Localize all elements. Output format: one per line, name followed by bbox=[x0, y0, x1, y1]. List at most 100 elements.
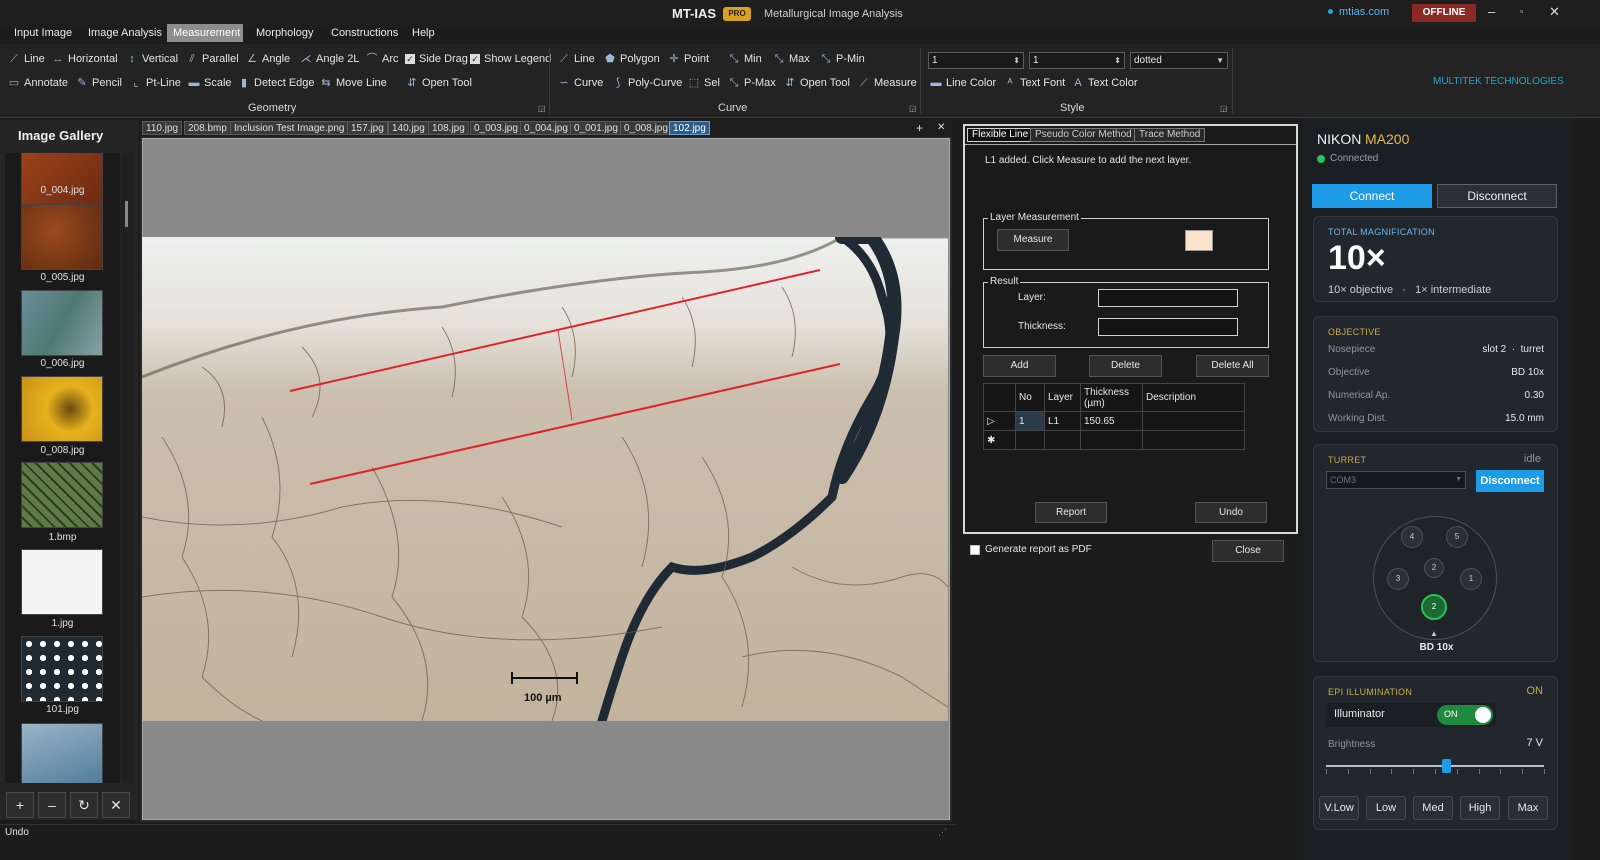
close-button[interactable]: Close bbox=[1212, 540, 1284, 562]
table-cell[interactable]: 150.65 bbox=[1080, 411, 1143, 431]
gallery-thumbnail[interactable] bbox=[21, 636, 103, 702]
side-drag-checkbox[interactable]: ✓ Side Drag bbox=[405, 50, 468, 68]
table-cell[interactable] bbox=[1015, 430, 1045, 450]
add-button[interactable]: Add bbox=[983, 355, 1056, 377]
gallery-item-label[interactable]: 0_006.jpg bbox=[5, 358, 120, 369]
table-new-row[interactable]: ✱ bbox=[983, 430, 1245, 450]
tool-pt-line[interactable]: ⌞ Pt-Line bbox=[130, 74, 180, 92]
tool-scale[interactable]: ▬ Scale bbox=[188, 74, 232, 92]
com-port-select[interactable]: COM3 ▼ bbox=[1326, 471, 1466, 489]
image-tab[interactable]: 0_001.jpg bbox=[570, 121, 622, 135]
line-width-combo[interactable]: 1 ⬍ bbox=[928, 52, 1024, 69]
preset-vlow-button[interactable]: V.Low bbox=[1319, 796, 1359, 820]
image-tab[interactable]: 0_008.jpg bbox=[620, 121, 672, 135]
tool-open-geometry[interactable]: ⇵ Open Tool bbox=[406, 74, 472, 92]
style-text-color[interactable]: A Text Color bbox=[1072, 74, 1137, 92]
add-image-button[interactable]: + bbox=[6, 792, 34, 818]
delete-button[interactable]: Delete bbox=[1089, 355, 1162, 377]
preset-max-button[interactable]: Max bbox=[1508, 796, 1548, 820]
curve-tool-point[interactable]: ✛ Point bbox=[668, 50, 709, 68]
expand-style-icon[interactable]: ◲ bbox=[1220, 104, 1228, 113]
preset-med-button[interactable]: Med bbox=[1413, 796, 1453, 820]
menu-measurement[interactable]: Measurement bbox=[167, 24, 243, 42]
gallery-item-label[interactable]: 0_004.jpg bbox=[5, 185, 120, 196]
curve-tool-open[interactable]: ⇵ Open Tool bbox=[784, 74, 850, 92]
menu-help[interactable]: Help bbox=[406, 24, 441, 42]
curve-tool-min[interactable]: ⤡ Min bbox=[728, 50, 762, 68]
line-style-select[interactable]: dotted ▼ bbox=[1130, 52, 1228, 69]
tool-angle-2l[interactable]: ⋌ Angle 2L bbox=[300, 50, 360, 68]
table-header[interactable]: Description bbox=[1142, 383, 1245, 412]
image-tab[interactable]: 157.jpg bbox=[347, 121, 388, 135]
curve-tool-curve[interactable]: ∽ Curve bbox=[558, 74, 603, 92]
preset-high-button[interactable]: High bbox=[1460, 796, 1500, 820]
tool-parallel[interactable]: ⫽ Parallel bbox=[186, 50, 239, 68]
illuminator-toggle[interactable]: ON bbox=[1437, 705, 1493, 725]
expand-curve-icon[interactable]: ◲ bbox=[909, 104, 917, 113]
menu-morphology[interactable]: Morphology bbox=[250, 24, 319, 42]
tab-trace-method[interactable]: Trace Method bbox=[1134, 128, 1206, 142]
gallery-thumbnail[interactable] bbox=[21, 204, 103, 270]
gallery-thumbnail[interactable] bbox=[21, 290, 103, 356]
maximize-icon[interactable]: ▫ bbox=[1520, 6, 1523, 16]
report-button[interactable]: Report bbox=[1035, 502, 1107, 523]
curve-tool-p-min[interactable]: ⤡ P-Min bbox=[820, 50, 865, 68]
tab-flexible-line[interactable]: Flexible Line bbox=[967, 128, 1034, 142]
table-cell[interactable] bbox=[1142, 411, 1245, 431]
show-legend-checkbox[interactable]: ✓ Show Legend bbox=[470, 50, 551, 68]
expand-geometry-icon[interactable]: ◲ bbox=[538, 104, 546, 113]
color-swatch[interactable] bbox=[1185, 230, 1213, 251]
image-tab[interactable]: 0_003.jpg bbox=[470, 121, 522, 135]
gallery-thumbnail[interactable] bbox=[21, 376, 103, 442]
curve-tool-measure[interactable]: ⟋ Measure bbox=[858, 74, 917, 92]
micrograph-image[interactable]: 100 µm bbox=[142, 237, 948, 721]
refresh-button[interactable]: ↻ bbox=[70, 792, 98, 818]
menu-input-image[interactable]: Input Image bbox=[8, 24, 78, 42]
turret-slot-2-selected[interactable]: 2 bbox=[1421, 594, 1447, 620]
website-link[interactable]: mtias.com bbox=[1339, 6, 1389, 18]
table-header[interactable]: Thickness (µm) bbox=[1080, 383, 1143, 412]
turret-slot-3[interactable]: 3 bbox=[1387, 568, 1409, 590]
menu-constructions[interactable]: Constructions bbox=[325, 24, 404, 42]
gallery-item-label[interactable]: 0_005.jpg bbox=[5, 272, 120, 283]
layer-field[interactable] bbox=[1098, 289, 1238, 307]
scrollbar-thumb[interactable] bbox=[125, 201, 128, 227]
gallery-item-label[interactable]: 101.jpg bbox=[5, 704, 120, 715]
tool-horizontal[interactable]: ↔ Horizontal bbox=[52, 50, 118, 68]
tab-pseudo-color[interactable]: Pseudo Color Method bbox=[1030, 128, 1137, 142]
curve-tool-sel[interactable]: ⬚ Sel bbox=[688, 74, 720, 92]
table-cell[interactable] bbox=[1080, 430, 1143, 450]
tool-move-line[interactable]: ⇆ Move Line bbox=[320, 74, 386, 92]
turret-disconnect-button[interactable]: Disconnect bbox=[1476, 470, 1544, 492]
table-header[interactable]: Layer bbox=[1044, 383, 1081, 412]
image-tab[interactable]: 108.jpg bbox=[428, 121, 469, 135]
table-cell[interactable] bbox=[1142, 430, 1245, 450]
curve-tool-max[interactable]: ⤡ Max bbox=[773, 50, 810, 68]
measure-button[interactable]: Measure bbox=[997, 229, 1069, 251]
close-icon[interactable]: ✕ bbox=[1549, 4, 1560, 20]
turret-slot-4[interactable]: 4 bbox=[1401, 526, 1423, 548]
image-tab[interactable]: 140.jpg bbox=[388, 121, 429, 135]
table-cell[interactable]: L1 bbox=[1044, 411, 1081, 431]
table-row[interactable]: ▷ 1 L1 150.65 bbox=[983, 411, 1245, 431]
turret-slot-5[interactable]: 5 bbox=[1446, 526, 1468, 548]
delete-all-button[interactable]: Delete All bbox=[1196, 355, 1269, 377]
table-cell[interactable] bbox=[1044, 430, 1081, 450]
image-tab[interactable]: 110.jpg bbox=[142, 121, 183, 135]
pdf-checkbox[interactable] bbox=[970, 545, 980, 555]
gallery-thumbnail[interactable] bbox=[21, 723, 103, 783]
gallery-item-label[interactable]: 1.bmp bbox=[5, 532, 120, 543]
curve-tool-p-max[interactable]: ⤡ P-Max bbox=[728, 74, 776, 92]
table-header[interactable]: No bbox=[1015, 383, 1045, 412]
tool-vertical[interactable]: ↕ Vertical bbox=[126, 50, 178, 68]
gallery-item-label[interactable]: 0_008.jpg bbox=[5, 445, 120, 456]
curve-tool-poly-curve[interactable]: ⟆ Poly-Curve bbox=[612, 74, 683, 92]
menu-image-analysis[interactable]: Image Analysis bbox=[82, 24, 168, 42]
close-tab-icon[interactable]: ✕ bbox=[937, 122, 945, 133]
gallery-list[interactable]: 0_004.jpg 0_005.jpg 0_006.jpg 0_008.jpg … bbox=[5, 153, 120, 783]
brightness-slider-thumb[interactable] bbox=[1441, 759, 1451, 773]
brightness-slider-track[interactable] bbox=[1326, 765, 1544, 767]
thickness-field[interactable] bbox=[1098, 318, 1238, 336]
turret-slot-1[interactable]: 1 bbox=[1460, 568, 1482, 590]
gallery-thumbnail[interactable] bbox=[21, 153, 103, 205]
